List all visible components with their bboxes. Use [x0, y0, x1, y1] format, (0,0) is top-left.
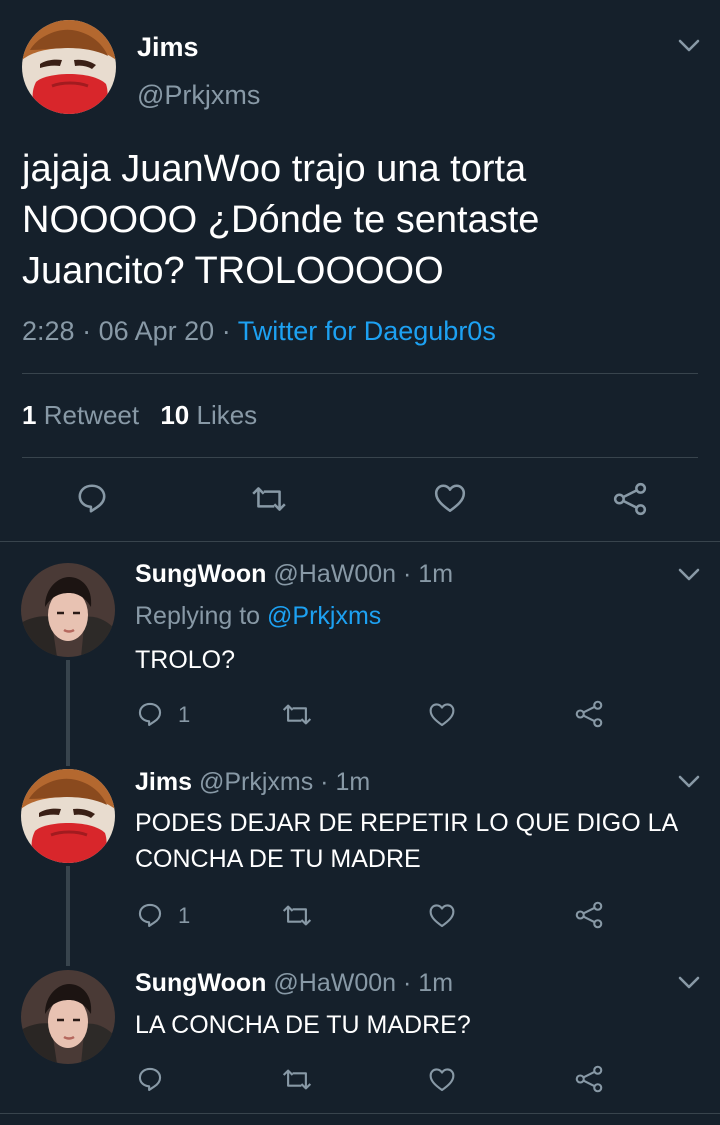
retweet-stat[interactable]: 1 Retweet: [22, 400, 146, 430]
replying-to-link[interactable]: @Prkjxms: [267, 602, 381, 630]
tweet-text: jajaja JuanWoo trajo una torta NOOOOO ¿D…: [22, 144, 702, 297]
avatar[interactable]: [22, 20, 116, 114]
reply-text-line: LA CONCHA DE TU MADRE?: [135, 1011, 471, 1039]
tweet-date: 06 Apr 20: [98, 316, 215, 346]
tweet-text-line: NOOOOO ¿Dónde te sentaste: [22, 199, 540, 241]
reply-text-line: PODES DEJAR DE REPETIR LO QUE DIGO LA: [135, 809, 679, 837]
replying-to-label: Replying to: [135, 602, 261, 630]
reply-count: 1: [178, 903, 191, 928]
reply-text: PODES DEJAR DE REPETIR LO QUE DIGO LA CO…: [135, 805, 678, 877]
meta-separator: ·: [221, 316, 231, 346]
section-divider: [0, 541, 720, 542]
retweet-icon[interactable]: [281, 903, 313, 928]
heart-icon[interactable]: [428, 1066, 456, 1093]
reply-icon[interactable]: [136, 1065, 164, 1093]
bottom-divider: [0, 1113, 720, 1114]
reply-author-name[interactable]: SungWoon: [135, 560, 266, 588]
reply-icon[interactable]: [136, 901, 164, 929]
reply-author-handle[interactable]: @Prkjxms: [199, 768, 313, 796]
share-icon[interactable]: [612, 482, 648, 516]
like-label: Likes: [196, 400, 258, 430]
tweet-source-link[interactable]: Twitter for Daegubr0s: [238, 316, 496, 346]
tweet-time: 2:28: [22, 316, 75, 346]
reply-icon[interactable]: [75, 481, 109, 515]
author-name[interactable]: Jims: [137, 32, 199, 63]
reply-author-handle[interactable]: @HaW00n: [273, 969, 396, 997]
heart-icon[interactable]: [428, 701, 456, 728]
author-handle[interactable]: @Prkjxms: [137, 80, 260, 111]
divider: [22, 457, 698, 458]
reply-author-handle[interactable]: @HaW00n: [273, 560, 396, 588]
chevron-down-icon[interactable]: [678, 976, 700, 990]
meta-separator: ·: [82, 316, 92, 346]
reply-text: TROLO?: [135, 642, 235, 678]
avatar[interactable]: [21, 970, 115, 1064]
meta-separator: ·: [320, 768, 329, 796]
tweet-meta: 2:28 · 06 Apr 20 · Twitter for Daegubr0s: [22, 316, 496, 347]
reply-time: 1m: [418, 560, 454, 588]
tweet-text-line: Juancito? TROLOOOOO: [22, 250, 444, 292]
share-icon[interactable]: [574, 1065, 604, 1093]
reply-text-line: TROLO?: [135, 646, 236, 674]
retweet-icon[interactable]: [281, 702, 313, 727]
meta-separator: ·: [403, 969, 412, 997]
tweet-text-line: jajaja JuanWoo trajo una torta: [22, 148, 527, 190]
reply-header: SungWoon @HaW00n · 1m: [135, 969, 453, 998]
retweet-count: 1: [22, 400, 37, 430]
reply-text: LA CONCHA DE TU MADRE?: [135, 1007, 471, 1043]
reply-header: SungWoon @HaW00n · 1m: [135, 560, 453, 589]
divider: [22, 373, 698, 374]
reply-author-name[interactable]: Jims: [135, 768, 192, 796]
reply-icon[interactable]: [136, 700, 164, 728]
like-count: 10: [160, 400, 190, 430]
retweet-icon[interactable]: [281, 1067, 313, 1092]
heart-icon[interactable]: [433, 482, 467, 514]
reply-count: 1: [178, 702, 191, 727]
thread-line: [66, 660, 70, 766]
meta-separator: ·: [403, 560, 412, 588]
share-icon[interactable]: [574, 901, 604, 929]
avatar[interactable]: [21, 769, 115, 863]
retweet-icon[interactable]: [250, 484, 288, 514]
chevron-down-icon[interactable]: [678, 775, 700, 789]
heart-icon[interactable]: [428, 902, 456, 929]
reply-author-name[interactable]: SungWoon: [135, 969, 266, 997]
like-stat[interactable]: 10 Likes: [160, 400, 257, 430]
reply-header: Jims @Prkjxms · 1m: [135, 768, 370, 797]
chevron-down-icon[interactable]: [678, 39, 700, 53]
avatar[interactable]: [21, 563, 115, 657]
chevron-down-icon[interactable]: [678, 568, 700, 582]
engagement-stats: 1 Retweet 10 Likes: [22, 400, 257, 431]
reply-time: 1m: [418, 969, 454, 997]
share-icon[interactable]: [574, 700, 604, 728]
retweet-label: Retweet: [43, 400, 140, 430]
thread-line: [66, 866, 70, 966]
reply-time: 1m: [335, 768, 371, 796]
replying-to: Replying to @Prkjxms: [135, 602, 381, 631]
reply-text-line: CONCHA DE TU MADRE: [135, 845, 421, 873]
